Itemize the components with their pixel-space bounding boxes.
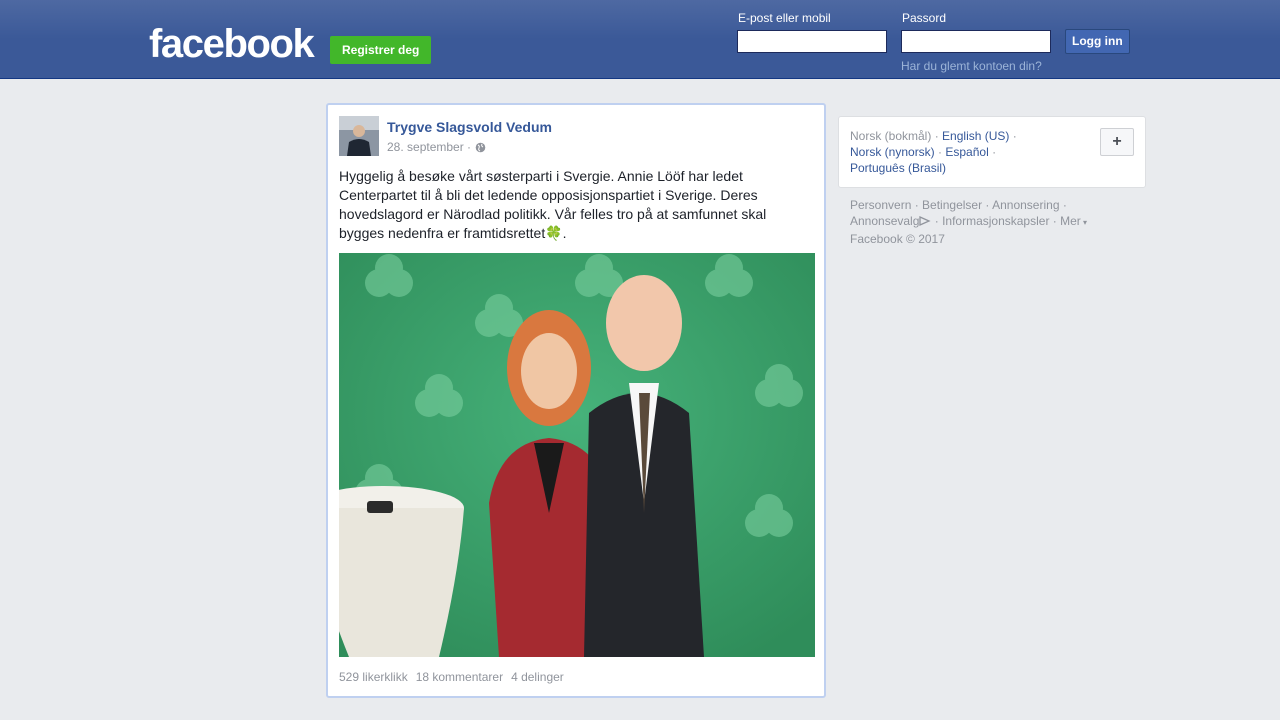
adchoices-icon — [919, 214, 931, 227]
globe-icon — [475, 142, 486, 153]
likes-count[interactable]: 529 likerklikk — [339, 670, 408, 684]
post-date[interactable]: 28. september · — [387, 140, 471, 154]
footer-link-more[interactable]: Mer ▾ — [1060, 214, 1087, 228]
register-button[interactable]: Registrer deg — [330, 36, 432, 64]
post-author-link[interactable]: Trygve Slagsvold Vedum — [387, 119, 552, 135]
footer-link-privacy[interactable]: Personvern — [850, 198, 911, 212]
language-link-english[interactable]: English (US) — [942, 129, 1009, 143]
footer-link-adchoices[interactable]: Annonsevalg — [850, 214, 919, 228]
post-text: Hyggelig å besøke vårt søsterparti i Sve… — [339, 168, 767, 241]
add-language-button[interactable]: + — [1100, 128, 1134, 156]
post-meta: 28. september · — [387, 140, 486, 154]
post-photo[interactable] — [339, 253, 815, 657]
language-selector: Norsk (bokmål) · English (US) · Norsk (n… — [838, 116, 1146, 188]
language-link-nynorsk[interactable]: Norsk (nynorsk) — [850, 145, 935, 159]
current-language: Norsk (bokmål) — [850, 129, 932, 143]
footer-link-cookies[interactable]: Informasjonskapsler — [942, 214, 1049, 228]
login-button[interactable]: Logg inn — [1065, 29, 1130, 54]
comments-count[interactable]: 18 kommentarer — [416, 670, 503, 684]
footer-link-terms[interactable]: Betingelser — [922, 198, 982, 212]
top-bar: facebook Registrer deg E-post eller mobi… — [0, 0, 1280, 79]
password-label: Passord — [902, 11, 947, 25]
post-card: Trygve Slagsvold Vedum 28. september · H… — [326, 103, 826, 698]
shares-count[interactable]: 4 delinger — [511, 670, 564, 684]
copyright: Facebook © 2017 — [850, 232, 945, 246]
email-label: E-post eller mobil — [738, 11, 831, 25]
post-stats: 529 likerklikk 18 kommentarer 4 delinger — [339, 670, 564, 684]
language-link-portuguese[interactable]: Português (Brasil) — [850, 161, 946, 175]
language-link-spanish[interactable]: Español — [945, 145, 988, 159]
forgot-account-link[interactable]: Har du glemt kontoen din? — [901, 59, 1042, 73]
footer-link-advertising[interactable]: Annonsering — [992, 198, 1059, 212]
avatar[interactable] — [339, 116, 379, 156]
password-field[interactable] — [901, 30, 1051, 53]
page-footer: Personvern · Betingelser · Annonsering ·… — [850, 198, 1088, 246]
facebook-logo[interactable]: facebook — [149, 22, 315, 66]
chevron-down-icon: ▾ — [1080, 218, 1088, 227]
email-field[interactable] — [737, 30, 887, 53]
